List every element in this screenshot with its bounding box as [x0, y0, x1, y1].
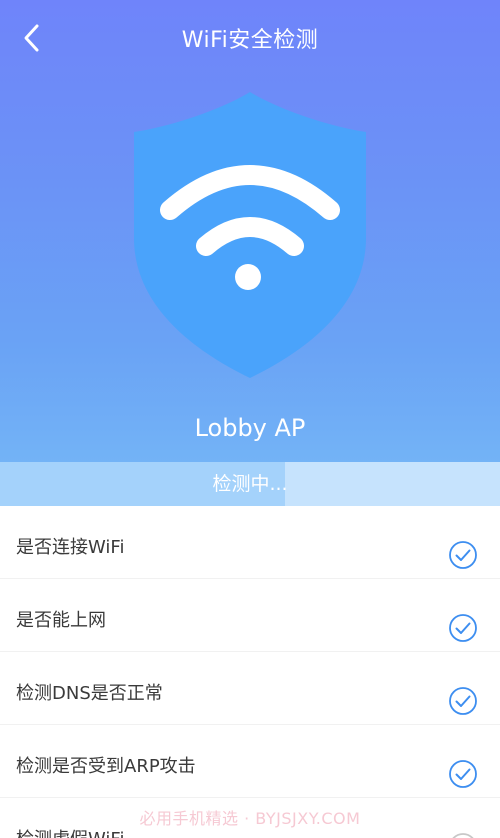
- check-item-label: 检测虚假WiFi: [16, 825, 124, 838]
- check-item: 是否能上网: [0, 579, 500, 652]
- check-item-label: 检测是否受到ARP攻击: [16, 756, 196, 777]
- scan-progress-bar: 检测中...: [0, 462, 500, 506]
- check-item-label: 检测DNS是否正常: [16, 683, 163, 704]
- check-item-label: 是否连接WiFi: [16, 537, 125, 558]
- nav-bar: WiFi安全检测: [0, 0, 500, 76]
- check-item-label: 是否能上网: [16, 610, 106, 631]
- hero-section: WiFi安全检测 Lobby AP: [0, 0, 500, 462]
- check-item: 是否连接WiFi: [0, 506, 500, 579]
- scan-status-text: 检测中...: [212, 473, 288, 495]
- wifi-security-screen: WiFi安全检测 Lobby AP 检测中... 是否连接WiFi 是否能上网: [0, 0, 500, 838]
- network-name: Lobby AP: [194, 414, 306, 442]
- check-circle-icon: [449, 614, 477, 642]
- check-circle-icon: [449, 687, 477, 715]
- check-item: 检测DNS是否正常: [0, 652, 500, 725]
- pending-circle-icon: [452, 833, 474, 838]
- check-item: 检测虚假WiFi: [0, 798, 500, 838]
- wifi-shield-icon: [134, 92, 366, 378]
- security-check-list: 是否连接WiFi 是否能上网 检测DNS是否正常 检测是否受到ARP攻击: [0, 506, 500, 838]
- check-item: 检测是否受到ARP攻击: [0, 725, 500, 798]
- check-circle-icon: [449, 541, 477, 569]
- check-circle-icon: [449, 760, 477, 788]
- page-title: WiFi安全检测: [181, 28, 319, 53]
